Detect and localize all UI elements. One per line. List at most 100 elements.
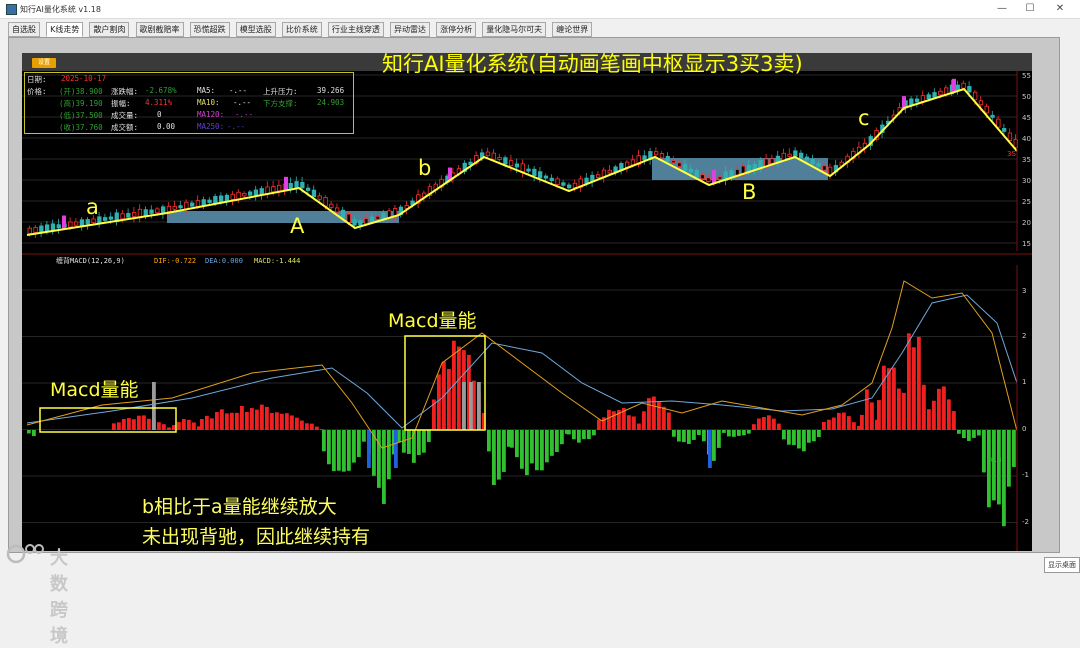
candle-body bbox=[358, 220, 363, 226]
macd-bar bbox=[967, 430, 971, 441]
note-line-1: b相比于a量能继续放大 bbox=[142, 496, 337, 518]
candle-body bbox=[103, 217, 108, 221]
tab-limit-up[interactable]: 涨停分析 bbox=[436, 22, 477, 37]
candle-body bbox=[810, 159, 815, 165]
candle-body bbox=[990, 114, 995, 118]
candle-body bbox=[770, 158, 775, 164]
candle-body bbox=[91, 218, 96, 224]
candle-body bbox=[126, 213, 131, 218]
macd-bar bbox=[762, 416, 766, 430]
settings-button[interactable]: 设置 bbox=[32, 58, 56, 68]
candle-body bbox=[259, 188, 264, 195]
macd-bar bbox=[897, 388, 901, 430]
macd-name: 缠背MACD(12,26,9) bbox=[56, 256, 125, 265]
date-value: 2025-10-17 bbox=[61, 74, 107, 83]
macd-last-value: -0.837 bbox=[988, 456, 1011, 464]
maximize-button[interactable]: ☐ bbox=[1018, 2, 1042, 16]
candle-body bbox=[549, 177, 554, 181]
macd-bar bbox=[747, 430, 751, 434]
macd-bar bbox=[530, 430, 534, 464]
minimize-button[interactable]: — bbox=[990, 2, 1014, 16]
price-tick: 55 bbox=[1022, 72, 1031, 80]
macd-bar bbox=[215, 412, 219, 430]
amplitude-value: 4.311% bbox=[145, 98, 173, 107]
candle-body bbox=[207, 199, 212, 203]
show-desktop-button[interactable]: 显示桌面 bbox=[1044, 557, 1080, 573]
macd-bar bbox=[265, 406, 269, 430]
candle-body bbox=[85, 219, 90, 225]
candle-body bbox=[508, 160, 514, 167]
macd-bar bbox=[407, 430, 411, 454]
tab-panic-drop[interactable]: 恐慌超跌 bbox=[189, 22, 230, 37]
macd-tick: -1 bbox=[1022, 471, 1029, 479]
macd-bar bbox=[520, 430, 524, 469]
macd-bar bbox=[662, 406, 666, 430]
macd-bar bbox=[787, 430, 791, 445]
candle-body bbox=[108, 216, 114, 220]
macd-bar bbox=[210, 418, 214, 430]
macd-bar bbox=[657, 401, 661, 430]
macd-bar bbox=[412, 430, 416, 463]
macd-bar bbox=[377, 430, 381, 488]
macd-bar bbox=[357, 430, 361, 458]
ma10-value: -.-- bbox=[233, 98, 252, 107]
macd-dea: DEA:0.000 bbox=[205, 257, 243, 265]
macd-bar bbox=[127, 418, 131, 430]
candle-body bbox=[27, 227, 32, 234]
candle-body bbox=[978, 100, 984, 106]
candle-body bbox=[334, 207, 340, 213]
macd-bar bbox=[422, 430, 426, 453]
close-button[interactable]: ✕ bbox=[1048, 2, 1072, 16]
tab-retail-cut[interactable]: 散户割肉 bbox=[89, 22, 130, 37]
candle-body bbox=[120, 213, 125, 220]
resistance-label: 上升压力: bbox=[263, 87, 298, 96]
tab-price-compare[interactable]: 比价系统 bbox=[281, 22, 322, 37]
tab-industry[interactable]: 行业主线穿透 bbox=[327, 22, 384, 37]
candle-body bbox=[265, 186, 270, 195]
candle-body bbox=[572, 182, 578, 188]
candle-body bbox=[538, 171, 543, 179]
change-pct-value: -2.678% bbox=[145, 86, 177, 95]
macd-bar bbox=[137, 415, 141, 430]
candle-body bbox=[799, 152, 804, 159]
macd-bar bbox=[382, 430, 386, 504]
macd-bar bbox=[205, 415, 209, 430]
macd-bar bbox=[672, 430, 676, 437]
candle-body bbox=[984, 105, 989, 114]
tab-watchlist[interactable]: 自选股 bbox=[8, 22, 40, 37]
open-price: (开)38.900 bbox=[59, 87, 103, 96]
tab-chan-world[interactable]: 缠论世界 bbox=[552, 22, 593, 37]
tab-radar[interactable]: 异动雷达 bbox=[390, 22, 430, 37]
tab-model-picks[interactable]: 模型选股 bbox=[235, 22, 276, 37]
macd-bar bbox=[142, 415, 146, 430]
macd-bar bbox=[677, 430, 681, 442]
candle-body bbox=[346, 213, 351, 223]
macd-bar bbox=[342, 430, 346, 472]
macd-bar-divergence bbox=[708, 430, 712, 468]
candle-highlight bbox=[284, 176, 288, 191]
macd-bar bbox=[777, 423, 781, 430]
low-price: (低)37.500 bbox=[59, 111, 103, 120]
tab-odds[interactable]: 歌剧截赔率 bbox=[135, 22, 184, 37]
macd-bar bbox=[1002, 430, 1006, 527]
macd-bar bbox=[902, 392, 906, 430]
tab-kline[interactable]: K线走势 bbox=[46, 22, 84, 37]
candle-body bbox=[973, 91, 978, 101]
candle-body bbox=[68, 221, 73, 228]
macd-bar bbox=[327, 430, 331, 465]
macd-bar bbox=[582, 430, 586, 440]
tab-hmm[interactable]: 量化隐马尔可夫 bbox=[482, 22, 547, 37]
macd-axis: 3 2 1 0 -1 -2 bbox=[1022, 287, 1029, 526]
macd-bar bbox=[917, 336, 921, 430]
candle-body bbox=[915, 98, 920, 103]
note-line-2: 未出现背驰，因此继续持有 bbox=[142, 526, 371, 548]
candle-body bbox=[532, 168, 537, 177]
label-B: B bbox=[742, 180, 757, 204]
macd-bar bbox=[230, 412, 234, 430]
macd-bar-shrinking bbox=[462, 382, 466, 430]
price-tick: 30 bbox=[1022, 177, 1031, 185]
candle-body bbox=[74, 221, 79, 226]
macd-bar bbox=[687, 430, 691, 444]
candle-body bbox=[132, 212, 137, 217]
macd-bar bbox=[852, 422, 856, 430]
